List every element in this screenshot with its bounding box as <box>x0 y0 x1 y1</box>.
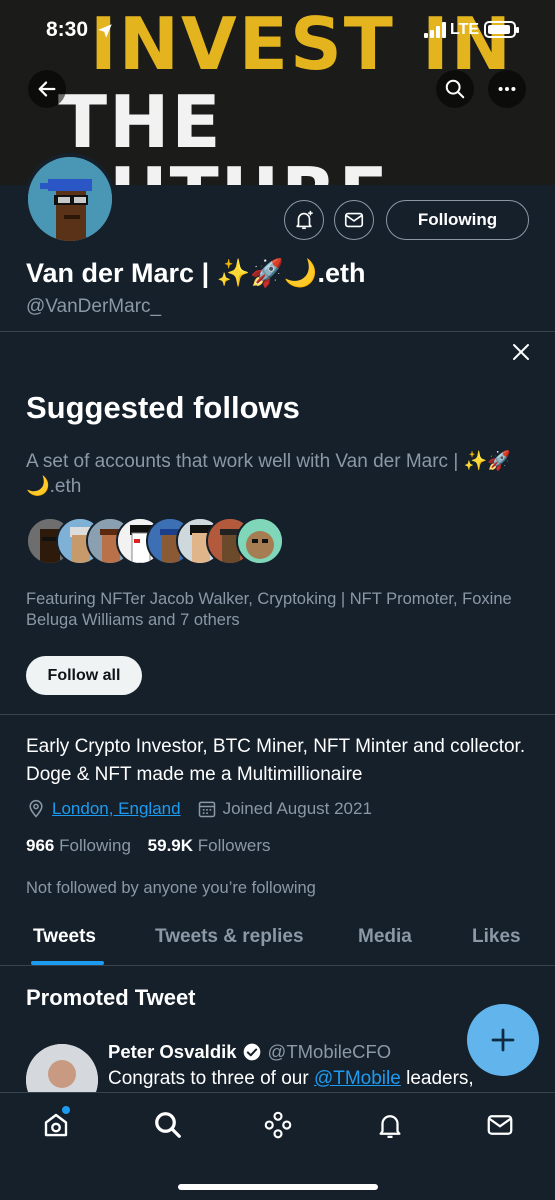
tweet-text-start: Congrats to three of our <box>108 1068 314 1089</box>
profile-meta: London, England Joined August 2021 <box>26 797 372 821</box>
search-icon <box>445 79 465 99</box>
promoted-tweet-heading: Promoted Tweet <box>26 985 196 1010</box>
network-type: LTE <box>450 21 480 38</box>
followers-link[interactable]: 59.9K Followers <box>148 836 271 855</box>
following-label: Following <box>59 836 131 855</box>
tweet-author-handle[interactable]: @TMobileCFO <box>268 1041 392 1063</box>
mail-icon <box>344 212 364 228</box>
divider <box>0 965 555 966</box>
tab-tweets-replies[interactable]: Tweets & replies <box>155 926 304 948</box>
tab-media[interactable]: Media <box>358 926 412 948</box>
following-button[interactable]: Following <box>386 200 529 240</box>
divider <box>0 714 555 715</box>
more-button[interactable] <box>488 70 526 108</box>
messages-icon[interactable] <box>485 1110 515 1140</box>
tweet-header: Peter Osvaldik @TMobileCFO <box>108 1041 391 1063</box>
location-link[interactable]: London, England <box>52 799 181 819</box>
battery-icon <box>484 21 519 38</box>
message-button[interactable] <box>334 200 374 240</box>
featuring-text: Featuring NFTer Jacob Walker, Cryptoking… <box>26 590 512 629</box>
back-arrow-icon <box>38 81 56 97</box>
status-bar: 8:30 LTE <box>0 0 555 60</box>
home-icon[interactable] <box>41 1110 71 1140</box>
profile-name: Van der Marc | ✨🚀🌙.eth <box>26 258 366 288</box>
notification-bell-icon <box>296 210 313 230</box>
not-followed-text: Not followed by anyone you’re following <box>26 879 316 897</box>
calendar-icon <box>198 801 215 818</box>
home-notification-dot <box>62 1106 70 1114</box>
tab-tweets[interactable]: Tweets <box>33 926 96 948</box>
tweet-text-end: leaders, <box>400 1068 474 1089</box>
following-count: 966 <box>26 836 55 855</box>
close-icon[interactable] <box>509 340 533 364</box>
tab-likes[interactable]: Likes <box>472 926 521 948</box>
follow-all-button[interactable]: Follow all <box>26 656 142 695</box>
verified-badge-icon <box>243 1043 260 1061</box>
followers-label: Followers <box>197 836 271 855</box>
following-link[interactable]: 966 Following <box>26 836 131 855</box>
bell-icon[interactable] <box>375 1110 405 1140</box>
location-arrow-icon <box>98 24 112 38</box>
tweet-text: Congrats to three of our @TMobile leader… <box>108 1068 474 1090</box>
search-button[interactable] <box>436 70 474 108</box>
search-icon[interactable] <box>153 1110 183 1140</box>
back-button[interactable] <box>28 70 66 108</box>
banner-text-line2: THE FUTURE <box>58 80 388 185</box>
notifications-button[interactable] <box>284 200 324 240</box>
follow-stats: 966 Following 59.9K Followers <box>26 836 271 856</box>
suggested-follows-description: A set of accounts that work well with Va… <box>26 451 511 497</box>
followers-count: 59.9K <box>147 836 194 855</box>
plus-icon <box>491 1028 515 1052</box>
location-pin-icon <box>29 799 43 818</box>
tweet-mention-link[interactable]: @TMobile <box>314 1068 401 1089</box>
signal-icon <box>424 22 446 38</box>
spaces-icon[interactable] <box>263 1110 293 1140</box>
home-indicator <box>178 1184 378 1190</box>
suggested-avatar[interactable] <box>236 517 284 565</box>
more-icon <box>498 86 516 92</box>
divider <box>0 331 555 332</box>
profile-bio: Early Crypto Investor, BTC Miner, NFT Mi… <box>26 736 526 785</box>
joined-date: Joined August 2021 <box>222 799 372 818</box>
compose-tweet-button[interactable] <box>467 1004 539 1076</box>
suggested-follows-title: Suggested follows <box>26 390 300 425</box>
punk-avatar-image <box>28 157 112 241</box>
profile-handle: @VanDerMarc_ <box>26 296 162 317</box>
avatar[interactable] <box>24 153 116 245</box>
tweet-author-name[interactable]: Peter Osvaldik <box>108 1041 237 1063</box>
status-time: 8:30 <box>46 18 89 41</box>
